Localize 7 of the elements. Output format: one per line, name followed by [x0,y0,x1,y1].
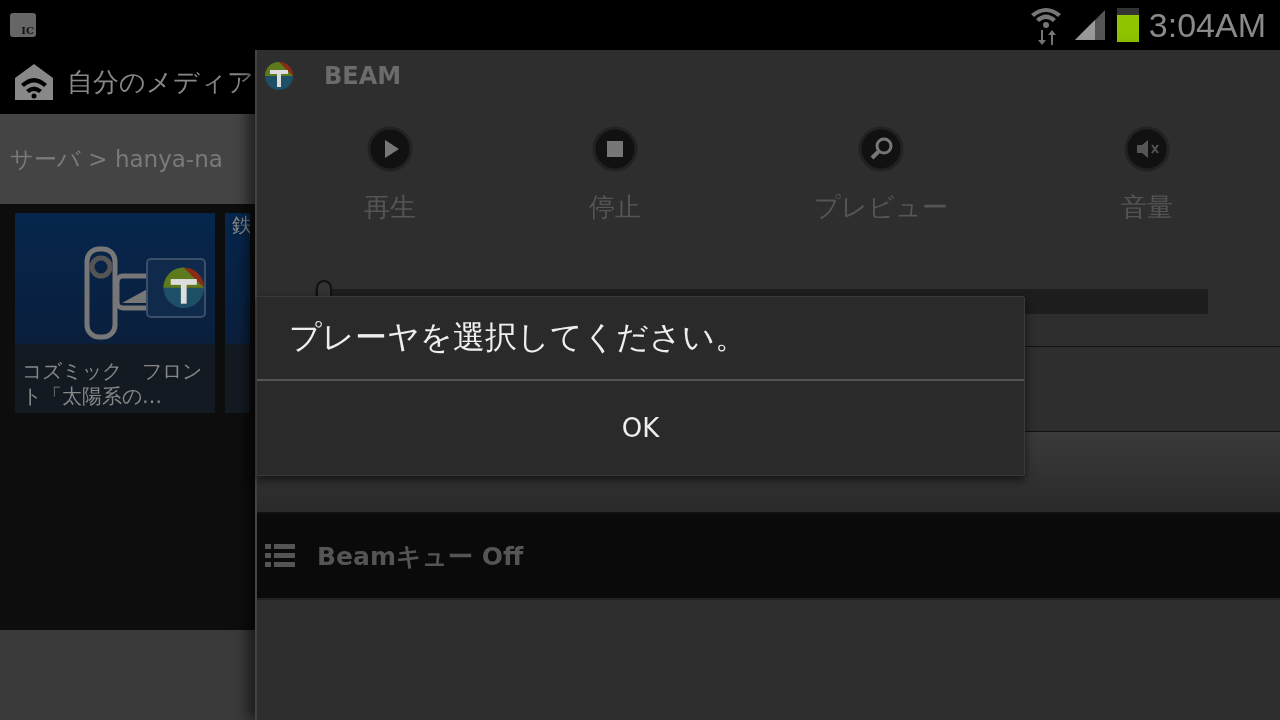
app-title: 自分のメディア [67,65,254,99]
panel-title: BEAM [324,62,402,90]
notification-label: IC [21,25,35,37]
queue-label: Beamキュー Off [317,540,524,573]
clock-time: 3:04AM [1148,5,1266,45]
tile-caption: コズミック フロント「太陽系の… [21,359,203,410]
dialog-message: プレーヤを選択してください。 [257,297,1024,381]
